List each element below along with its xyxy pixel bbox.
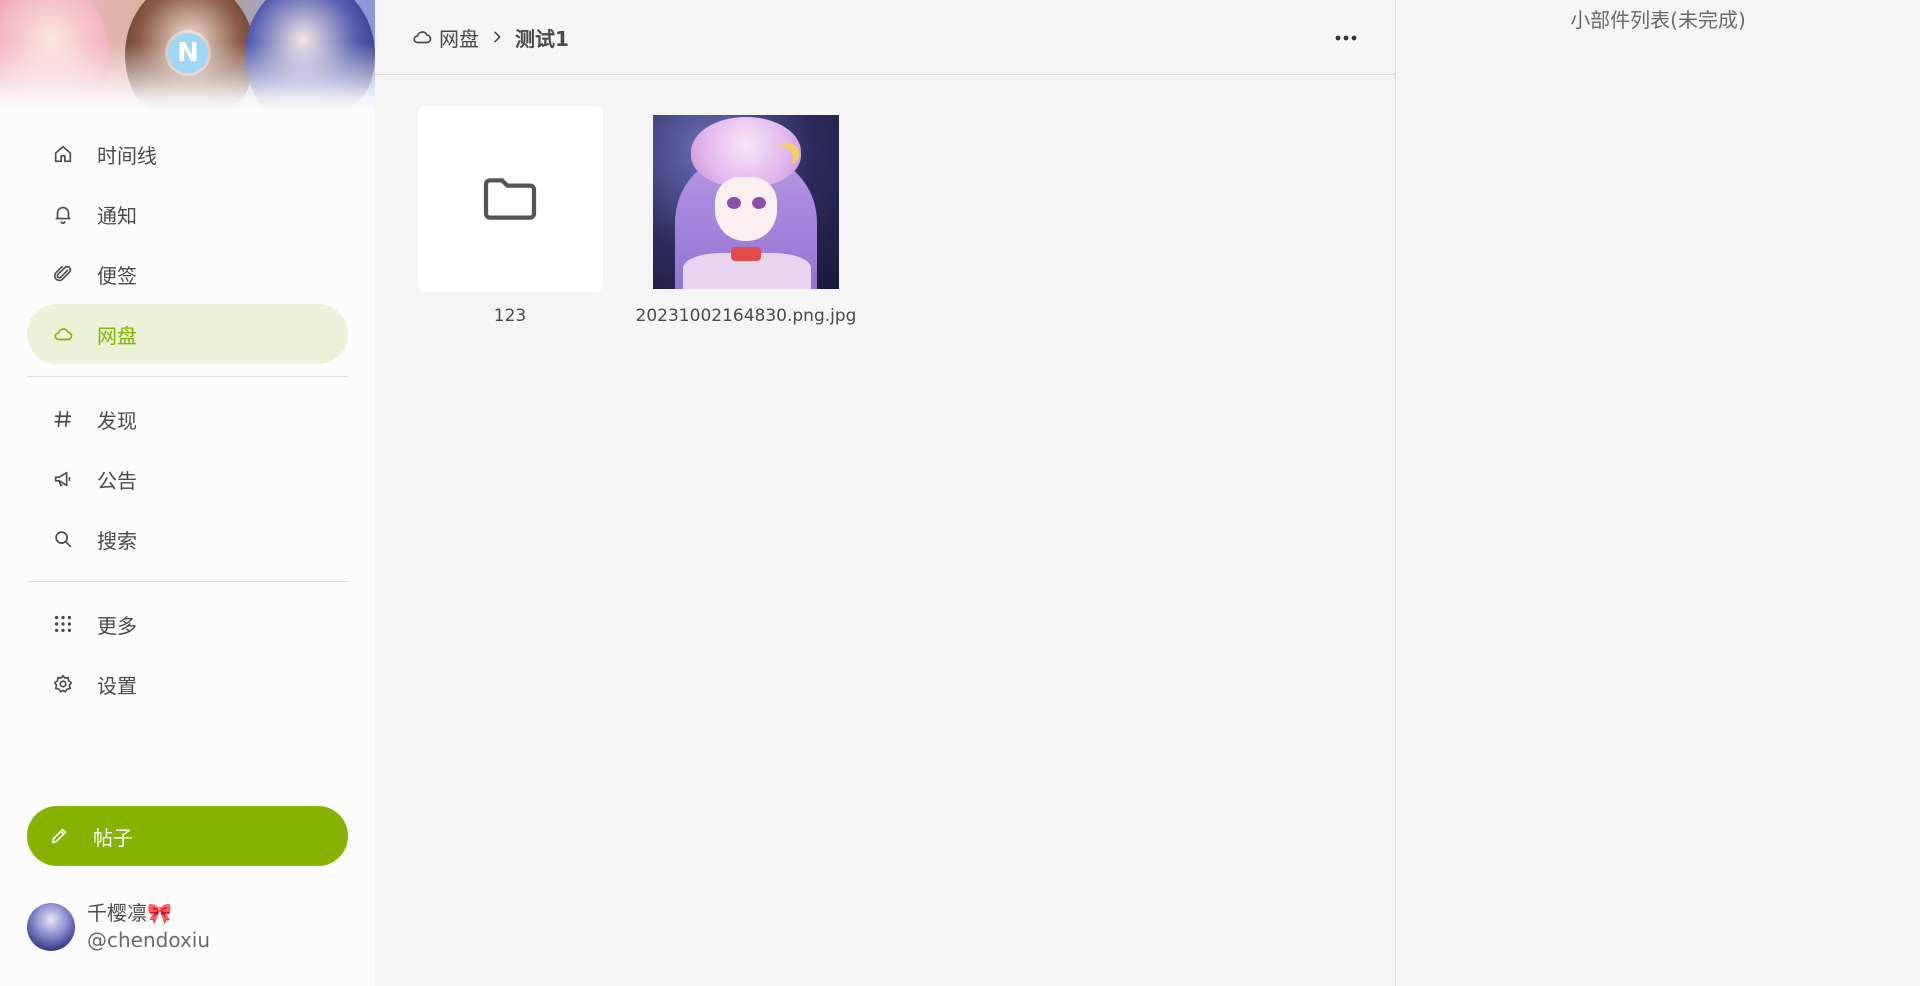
- sidebar-divider: [27, 581, 348, 582]
- grid-dots-icon: [51, 612, 75, 636]
- widgets-panel-title: 小部件列表(未完成): [1570, 8, 1746, 32]
- new-post-button[interactable]: 帖子: [27, 806, 348, 866]
- chevron-right-icon: [489, 29, 505, 45]
- home-icon: [51, 142, 75, 166]
- folder-thumbnail: [417, 106, 603, 292]
- sidebar-item-label: 时间线: [97, 143, 157, 168]
- breadcrumb-current: 测试1: [515, 26, 569, 51]
- sidebar-item-settings[interactable]: 设置: [27, 654, 348, 714]
- sidebar-item-explore[interactable]: 发现: [27, 389, 348, 449]
- sidebar-item-label: 设置: [97, 673, 137, 698]
- drive-items-grid: 123 20231002164830.png.jpg: [417, 106, 856, 326]
- sidebar-item-more[interactable]: 更多: [27, 594, 348, 654]
- breadcrumb: 网盘 测试1: [411, 23, 569, 52]
- drive-item-name: 123: [493, 306, 527, 326]
- image-thumbnail: [653, 115, 839, 289]
- sidebar-divider: [27, 376, 348, 377]
- sidebar-item-label: 网盘: [97, 323, 137, 348]
- avatar[interactable]: [27, 903, 75, 951]
- sidebar-item-label: 发现: [97, 408, 137, 433]
- sidebar-item-label: 便签: [97, 263, 137, 288]
- cloud-icon: [411, 26, 433, 48]
- drive-file-item[interactable]: 20231002164830.png.jpg: [636, 106, 856, 326]
- sidebar-nav: 时间线 通知 便签 网盘 发现 公告 搜索 更多 设置: [27, 124, 348, 714]
- sidebar-item-timeline[interactable]: 时间线: [27, 124, 348, 184]
- widgets-panel: 小部件列表(未完成): [1396, 0, 1920, 986]
- sidebar-item-label: 公告: [97, 468, 137, 493]
- sidebar: N 时间线 通知 便签 网盘 发现 公告 搜索 更多 设置 帖子 千樱凛🎀 @c…: [0, 0, 375, 986]
- drive-folder-item[interactable]: 123: [417, 106, 603, 326]
- cloud-icon: [51, 322, 75, 346]
- sidebar-item-search[interactable]: 搜索: [27, 509, 348, 569]
- sidebar-item-label: 通知: [97, 203, 137, 228]
- page-header: 网盘 测试1: [375, 0, 1395, 75]
- drive-item-name: 20231002164830.png.jpg: [635, 306, 857, 326]
- sidebar-item-notifications[interactable]: 通知: [27, 184, 348, 244]
- bell-icon: [51, 202, 75, 226]
- breadcrumb-root[interactable]: 网盘: [439, 23, 479, 52]
- file-thumbnail: [653, 106, 839, 292]
- sidebar-item-drive[interactable]: 网盘: [27, 304, 348, 364]
- megaphone-icon: [51, 467, 75, 491]
- sidebar-item-label: 搜索: [97, 528, 137, 553]
- account-display-name: 千樱凛🎀: [87, 901, 172, 925]
- sidebar-item-label: 更多: [97, 613, 137, 638]
- folder-icon: [478, 167, 542, 231]
- instance-logo[interactable]: N: [168, 33, 208, 73]
- ellipsis-icon: [1334, 34, 1358, 42]
- gear-icon: [51, 672, 75, 696]
- search-icon: [51, 527, 75, 551]
- pencil-icon: [47, 824, 71, 848]
- sidebar-item-announcements[interactable]: 公告: [27, 449, 348, 509]
- app-window: N 时间线 通知 便签 网盘 发现 公告 搜索 更多 设置 帖子 千樱凛🎀 @c…: [0, 0, 1920, 986]
- drive-main: 网盘 测试1 123 20231002164830.png.jpg: [375, 0, 1396, 986]
- account-menu[interactable]: 千樱凛🎀 @chendoxiu: [27, 900, 210, 954]
- paperclip-icon: [51, 262, 75, 286]
- more-options-button[interactable]: [1333, 25, 1359, 51]
- hashtag-icon: [51, 407, 75, 431]
- new-post-label: 帖子: [93, 825, 133, 850]
- account-handle: @chendoxiu: [87, 928, 211, 952]
- sidebar-item-notes[interactable]: 便签: [27, 244, 348, 304]
